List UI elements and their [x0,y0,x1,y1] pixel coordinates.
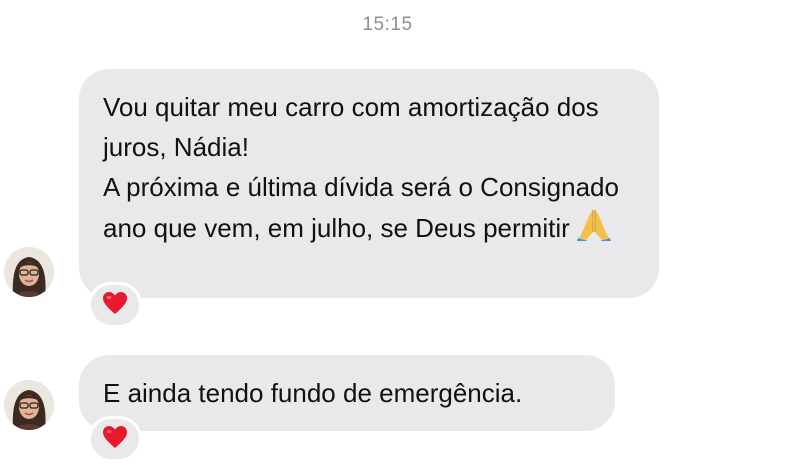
avatar[interactable] [4,247,54,297]
reaction-badge[interactable] [88,416,142,462]
heart-icon [102,291,128,320]
message-text: E ainda tendo fundo de emergência. [103,378,523,408]
chat-thread: 15:15 Vou quitar meu carro com amortizaç… [0,0,800,465]
message-timestamp: 15:15 [362,14,413,35]
message-bubble[interactable]: E ainda tendo fundo de emergência. [79,355,615,431]
avatar[interactable] [4,380,54,430]
message-bubble[interactable]: Vou quitar meu carro com amortização dos… [79,69,659,298]
reaction-badge[interactable] [88,282,142,328]
heart-icon [102,425,128,454]
message-text: A próxima e última dívida será o Consign… [103,167,635,252]
folded-hands-emoji-icon [576,207,612,252]
message-text: Vou quitar meu carro com amortização dos… [103,92,599,162]
